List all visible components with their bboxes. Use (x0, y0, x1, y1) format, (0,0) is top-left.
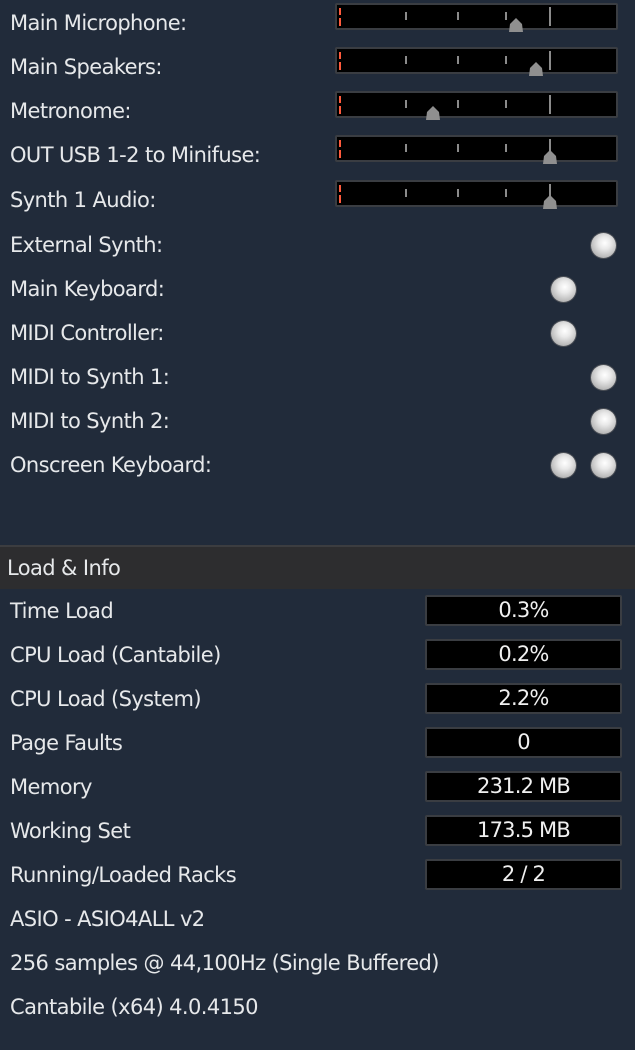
audio-driver-info: ASIO - ASIO4ALL v2 (10, 907, 205, 931)
stat-row: CPU Load (System) 2.2% (0, 677, 635, 721)
scale-tick (457, 189, 459, 197)
scale-tick (405, 56, 407, 64)
load-info-header[interactable]: Load & Info (0, 545, 635, 589)
stat-label: CPU Load (Cantabile) (10, 643, 221, 667)
level-meter-left (339, 52, 341, 59)
level-meter-right (339, 62, 341, 70)
slider-thumb[interactable] (542, 195, 558, 209)
stat-label: Memory (10, 775, 92, 799)
level-meter-left (339, 185, 341, 192)
scale-tick (505, 144, 507, 152)
midi-port-label: MIDI to Synth 2: (10, 409, 170, 433)
scale-tick (505, 100, 507, 108)
audio-port-label: Synth 1 Audio: (10, 188, 156, 212)
scale-tick (505, 12, 507, 20)
level-meter-right (339, 150, 341, 158)
unity-gain-tick (549, 51, 551, 70)
stat-value: 0.2% (425, 639, 622, 670)
midi-output-led-icon (591, 453, 616, 478)
slider-thumb[interactable] (425, 106, 441, 120)
stat-label: Working Set (10, 819, 131, 843)
stat-row: Page Faults 0 (0, 721, 635, 765)
scale-tick (405, 100, 407, 108)
slider-thumb[interactable] (542, 150, 558, 164)
midi-port-row: Onscreen Keyboard: (0, 443, 635, 487)
scale-tick (457, 12, 459, 20)
midi-port-row: MIDI to Synth 2: (0, 399, 635, 443)
stat-row: Working Set 173.5 MB (0, 809, 635, 853)
stat-label: CPU Load (System) (10, 687, 202, 711)
gain-slider[interactable] (335, 135, 618, 164)
stat-row: Time Load 0.3% (0, 589, 635, 633)
audio-port-row: Metronome: (0, 89, 635, 133)
stat-value: 231.2 MB (425, 771, 622, 802)
scale-tick (405, 12, 407, 20)
audio-port-row: OUT USB 1-2 to Minifuse: (0, 133, 635, 177)
level-meter-right (339, 195, 341, 203)
gain-slider[interactable] (335, 3, 618, 32)
level-meter-right (339, 106, 341, 114)
midi-output-led-icon (591, 365, 616, 390)
stat-value: 2 / 2 (425, 859, 622, 890)
midi-input-led-icon (551, 453, 576, 478)
unity-gain-tick (549, 95, 551, 114)
audio-port-row: Synth 1 Audio: (0, 178, 635, 222)
stat-row: CPU Load (Cantabile) 0.2% (0, 633, 635, 677)
midi-port-label: External Synth: (10, 233, 163, 257)
unity-gain-tick (549, 7, 551, 26)
audio-port-row: Main Speakers: (0, 45, 635, 89)
stat-value: 0.3% (425, 595, 622, 626)
level-meter-left (339, 8, 341, 15)
audio-port-row: Main Microphone: (0, 1, 635, 45)
midi-input-led-icon (551, 277, 576, 302)
midi-port-label: Onscreen Keyboard: (10, 453, 212, 477)
midi-port-row: Main Keyboard: (0, 267, 635, 311)
stat-value: 0 (425, 727, 622, 758)
scale-tick (457, 100, 459, 108)
scale-tick (457, 144, 459, 152)
midi-port-label: MIDI to Synth 1: (10, 365, 170, 389)
gain-slider[interactable] (335, 91, 618, 120)
gain-slider[interactable] (335, 180, 618, 209)
midi-port-label: Main Keyboard: (10, 277, 165, 301)
midi-port-row: MIDI to Synth 1: (0, 355, 635, 399)
stat-label: Running/Loaded Racks (10, 863, 237, 887)
scale-tick (505, 189, 507, 197)
buffer-info: 256 samples @ 44,100Hz (Single Buffered) (10, 951, 439, 975)
stat-row: Running/Loaded Racks 2 / 2 (0, 853, 635, 897)
scale-tick (505, 56, 507, 64)
midi-input-led-icon (551, 321, 576, 346)
stat-label: Time Load (10, 599, 114, 623)
midi-output-led-icon (591, 233, 616, 258)
audio-port-label: Main Speakers: (10, 55, 162, 79)
midi-output-led-icon (591, 409, 616, 434)
stat-value: 173.5 MB (425, 815, 622, 846)
midi-port-label: MIDI Controller: (10, 321, 164, 345)
stat-row: Memory 231.2 MB (0, 765, 635, 809)
level-meter-left (339, 96, 341, 103)
level-meter-left (339, 140, 341, 147)
audio-port-label: Main Microphone: (10, 11, 187, 35)
slider-thumb[interactable] (508, 18, 524, 32)
audio-port-label: OUT USB 1-2 to Minifuse: (10, 143, 261, 167)
stat-label: Page Faults (10, 731, 123, 755)
midi-port-row: MIDI Controller: (0, 311, 635, 355)
level-meter-right (339, 18, 341, 26)
slider-thumb[interactable] (528, 62, 544, 76)
stat-value: 2.2% (425, 683, 622, 714)
gain-slider[interactable] (335, 47, 618, 76)
load-info-title: Load & Info (7, 556, 121, 580)
scale-tick (405, 144, 407, 152)
scale-tick (457, 56, 459, 64)
version-info: Cantabile (x64) 4.0.4150 (10, 995, 258, 1019)
midi-port-row: External Synth: (0, 223, 635, 267)
audio-port-label: Metronome: (10, 99, 132, 123)
scale-tick (405, 189, 407, 197)
